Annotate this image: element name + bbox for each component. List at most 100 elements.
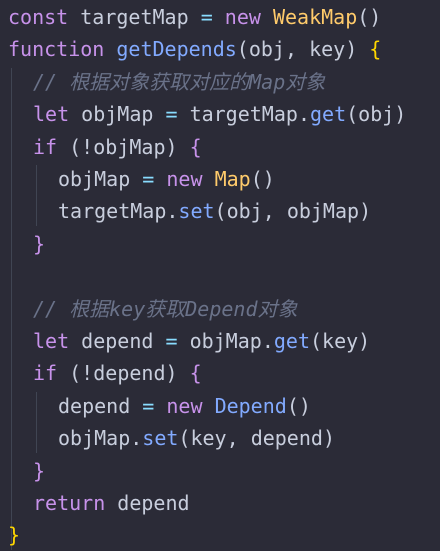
token-function: set (142, 426, 179, 451)
token-punctuation: . (261, 329, 274, 353)
token-function: get (309, 102, 347, 127)
token-punctuation: ) (359, 199, 372, 224)
code-line[interactable]: if (!objMap) { (0, 131, 440, 163)
code-line[interactable]: let objMap = targetMap.get(obj) (0, 98, 440, 130)
token-function: getDepends (116, 37, 237, 62)
token-variable: obj (358, 102, 395, 127)
code-line[interactable]: let depend = objMap.get(key) (0, 325, 440, 357)
token-variable: depend (58, 393, 131, 418)
code-line[interactable]: function getDepends(obj, key) { (0, 33, 440, 65)
code-line[interactable]: const targetMap = new WeakMap() (0, 1, 440, 33)
token-punctuation: ) (322, 426, 335, 451)
token-variable: objMap (58, 426, 131, 451)
code-line[interactable]: } (0, 228, 440, 260)
token-keyword: { (189, 361, 202, 386)
token-keyword: } (33, 231, 46, 256)
code-line[interactable]: objMap = new Map() (0, 163, 440, 195)
token-punctuation: ) (165, 134, 190, 159)
token-punctuation: ( (309, 329, 323, 353)
token-punctuation: ) (358, 329, 371, 353)
token-class: WeakMap (272, 5, 358, 29)
token-keyword: new (224, 5, 261, 29)
code-line[interactable]: if (!depend) { (0, 357, 440, 389)
code-line[interactable]: // 根据key获取Depend对象 (0, 293, 440, 325)
token-variable: objMap (58, 167, 131, 191)
token-variable: targetMap (80, 5, 189, 29)
token-variable: depend (250, 426, 323, 451)
token-function: set (178, 199, 215, 224)
token-variable: obj (226, 199, 263, 224)
token-punctuation: ) (165, 361, 190, 386)
token-class: Map (214, 167, 251, 191)
token-brace: { (369, 37, 382, 62)
token-brace: } (8, 523, 21, 548)
token-punctuation: . (297, 102, 310, 127)
token-variable: targetMap (189, 102, 298, 127)
token-keyword: new (166, 167, 203, 191)
code-line[interactable]: objMap.set(key, depend) (0, 422, 440, 454)
token-comment: // 根据key获取Depend对象 (33, 296, 298, 321)
token-punctuation: ( (178, 426, 191, 451)
token-punctuation: (! (69, 361, 94, 386)
token-variable: objMap (286, 199, 360, 224)
token-keyword: const (8, 5, 69, 29)
token-keyword: { (189, 134, 202, 159)
code-line[interactable]: // 根据对象获取对应的Map对象 (0, 66, 440, 98)
code-line[interactable]: depend = new Depend() (0, 390, 440, 422)
code-line[interactable]: } (0, 455, 440, 487)
code-line[interactable]: return depend (0, 487, 440, 519)
token-variable: key (322, 329, 359, 353)
token-punctuation: ) (394, 102, 407, 127)
token-function: get (273, 329, 310, 353)
token-variable: depend (117, 491, 190, 515)
token-variable: objMap (93, 134, 166, 159)
token-punctuation: () (357, 5, 382, 29)
token-operator: = (200, 5, 213, 29)
code-line[interactable]: } (0, 519, 440, 551)
token-operator: = (165, 329, 178, 353)
token-keyword: } (33, 458, 46, 483)
code-line[interactable] (0, 260, 440, 292)
token-keyword: let (33, 102, 70, 127)
token-punctuation: () (250, 167, 275, 191)
token-variable: depend (81, 329, 154, 353)
token-variable: key (190, 426, 227, 451)
token-keyword: new (166, 393, 203, 418)
code-line[interactable]: targetMap.set(obj, objMap) (0, 195, 440, 227)
token-variable: objMap (189, 329, 262, 353)
token-keyword: function (8, 37, 105, 62)
token-keyword: if (33, 134, 58, 159)
token-punctuation: , (284, 37, 310, 62)
token-keyword: let (33, 329, 70, 353)
token-keyword: return (33, 491, 106, 515)
token-keyword: if (33, 361, 58, 386)
token-operator: = (142, 393, 155, 418)
token-operator: = (165, 102, 178, 127)
token-variable: targetMap (58, 199, 167, 224)
token-punctuation: ( (346, 102, 359, 127)
token-punctuation: ( (236, 37, 249, 62)
token-variable: obj (248, 37, 285, 62)
code-editor[interactable]: const targetMap = new WeakMap() function … (0, 0, 440, 551)
token-punctuation: . (166, 199, 179, 224)
token-punctuation: (! (69, 134, 94, 159)
